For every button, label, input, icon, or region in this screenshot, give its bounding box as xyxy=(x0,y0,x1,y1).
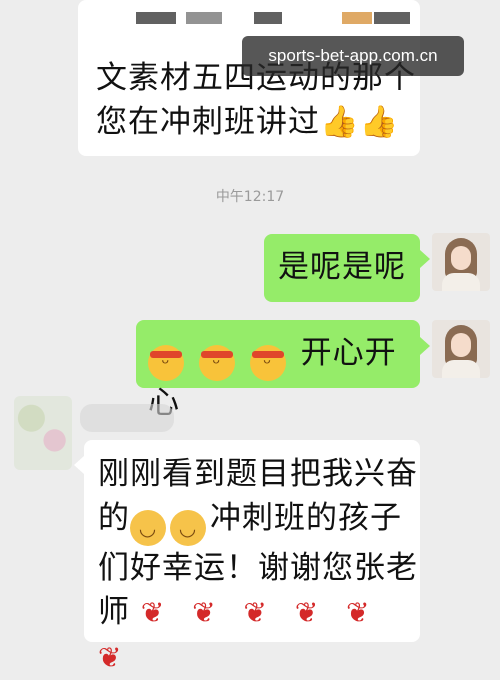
timestamp: 中午12:17 xyxy=(215,189,285,205)
redacted-text xyxy=(342,12,372,24)
redacted-text xyxy=(254,12,282,24)
incoming-message-1[interactable]: 文素材五四运动的那个 您在冲刺班讲过👍👍 xyxy=(78,0,420,156)
headband-face-icon: ᵕ xyxy=(249,345,286,381)
rose-icon: ❦ xyxy=(346,596,371,629)
bubble-tail xyxy=(420,250,430,268)
redacted-text xyxy=(136,12,176,24)
redacted-text xyxy=(186,12,222,24)
watermark-label: sports-bet-app.com.cn xyxy=(242,36,464,76)
message-line: 刚刚看到题目把我兴奋 xyxy=(98,456,418,492)
outgoing-message-1[interactable]: 是呢是呢 xyxy=(264,234,420,302)
outgoing-message-2[interactable]: ᵕ ᵕ ᵕ 开心开心 xyxy=(136,320,420,421)
rose-icon: ❦ xyxy=(243,596,268,629)
rose-icon: ❦ xyxy=(98,641,123,674)
rose-icon: ❦ xyxy=(192,596,217,629)
rose-icon: ❦ xyxy=(140,596,166,629)
incoming-message-2[interactable]: 刚刚看到题目把我兴奋 的 ◡ ◡ 冲刺班的孩子 们好幸运！谢谢您张老 师 ❦ ❦ ❦ … xyxy=(84,440,420,674)
message-text: 是呢是呢 xyxy=(278,249,406,285)
message-line: 您在冲刺班讲过👍👍 xyxy=(96,104,400,140)
avatar[interactable] xyxy=(432,320,490,378)
blurred-avatar[interactable] xyxy=(14,396,72,470)
message-line: 师 ❦ ❦ ❦ ❦ ❦ ❦ xyxy=(98,590,420,680)
bubble-tail xyxy=(420,337,430,355)
message-line: 们好幸运！谢谢您张老 xyxy=(98,550,418,586)
blurred-sender-name xyxy=(80,404,174,432)
thumbs-up-icon: 👍👍 xyxy=(320,104,400,140)
avatar[interactable] xyxy=(432,233,490,291)
headband-face-icon: ᵕ xyxy=(148,345,184,381)
hugging-face-icon: ◡ xyxy=(170,510,206,546)
headband-face-icon: ᵕ xyxy=(198,345,235,381)
hugging-face-icon: ◡ xyxy=(130,510,166,546)
bubble-tail xyxy=(74,456,84,474)
message-line: 的 ◡ ◡ 冲刺班的孩子 xyxy=(98,496,420,546)
rose-icon: ❦ xyxy=(294,596,320,629)
redacted-text xyxy=(374,12,410,24)
